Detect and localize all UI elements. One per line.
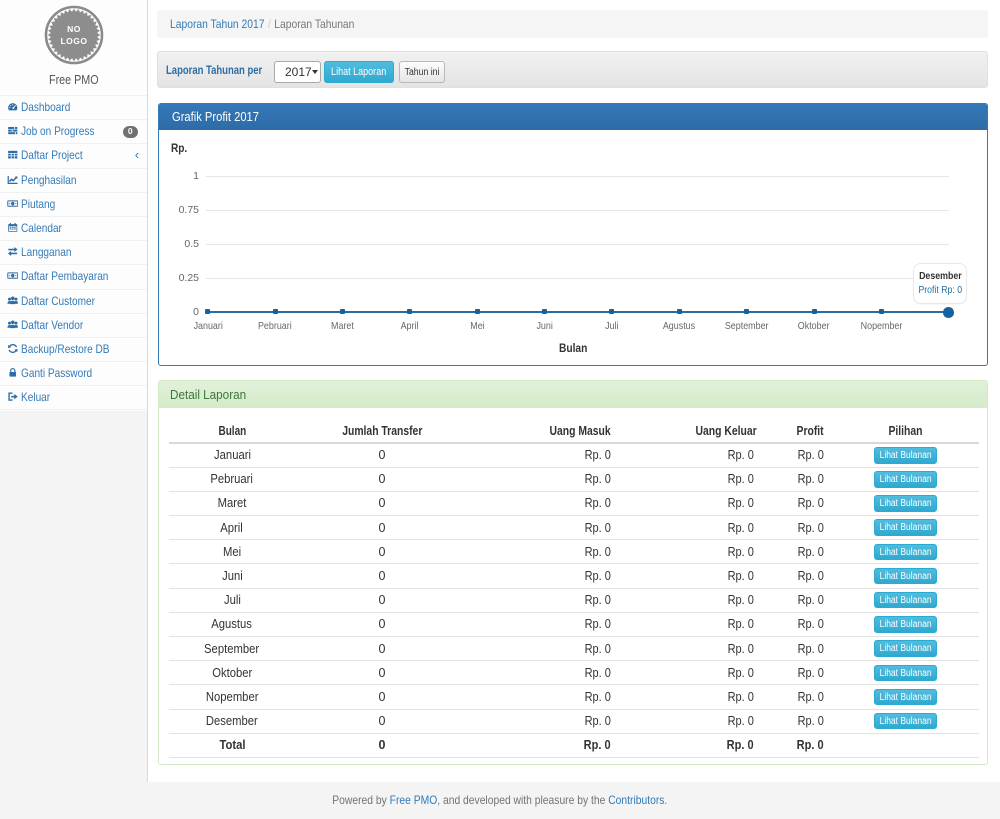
svg-text:NO: NO bbox=[67, 24, 81, 34]
svg-text:LOGO: LOGO bbox=[60, 36, 87, 46]
